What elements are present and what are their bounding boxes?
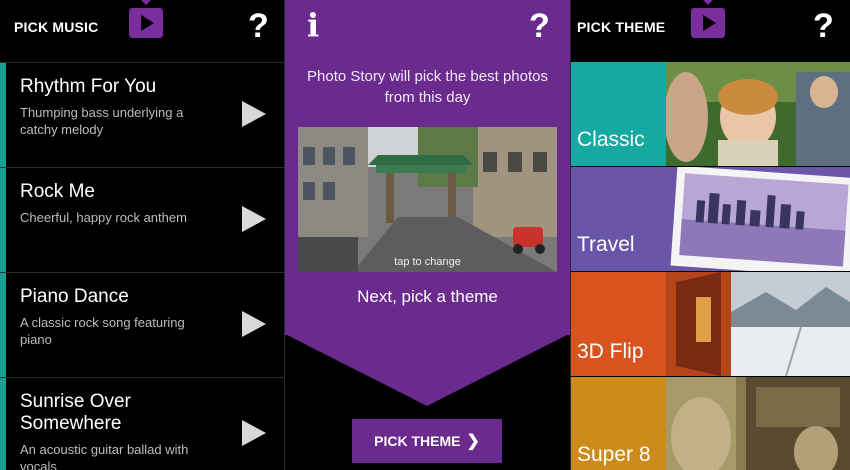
photo-story-panel: i ? Photo Story will pick the best photo…: [285, 0, 570, 470]
street-photo-image: [298, 127, 557, 272]
theme-preview-image: [666, 272, 850, 376]
selected-indicator: [0, 378, 6, 470]
theme-tile-3d-flip[interactable]: 3D Flip: [571, 272, 850, 376]
pick-theme-panel: PICK THEME ? Classic Travel 3D Flip Supe…: [571, 0, 850, 470]
theme-preview-image: [666, 167, 850, 271]
selected-indicator: [0, 168, 6, 272]
pick-music-panel: PICK MUSIC ? Rhythm For You Thumping bas…: [0, 0, 284, 470]
list-item-sunrise-over-somewhere[interactable]: Sunrise Over Somewhere An acoustic guita…: [0, 377, 284, 470]
help-icon[interactable]: ?: [529, 6, 550, 46]
song-name: Piano Dance: [20, 286, 129, 307]
theme-tile-travel[interactable]: Travel: [571, 167, 850, 271]
list-item-piano-dance[interactable]: Piano Dance A classic rock song featurin…: [0, 272, 284, 377]
play-icon[interactable]: [242, 420, 266, 446]
play-icon[interactable]: [242, 206, 266, 232]
help-icon[interactable]: ?: [813, 6, 834, 46]
theme-name: 3D Flip: [577, 340, 644, 363]
pick-music-title: PICK MUSIC: [14, 19, 99, 35]
list-item-rhythm-for-you[interactable]: Rhythm For You Thumping bass underlying …: [0, 62, 284, 167]
chevron-right-icon: ❯: [466, 433, 480, 450]
song-description: Cheerful, happy rock anthem: [20, 210, 187, 225]
play-icon[interactable]: [242, 101, 266, 127]
theme-tile-classic[interactable]: Classic: [571, 62, 850, 166]
song-description: Thumping bass underlying a catchy melody: [20, 105, 184, 137]
help-icon[interactable]: ?: [248, 6, 269, 46]
photo-story-logo-icon: [129, 0, 163, 38]
tap-to-change-label: tap to change: [394, 256, 461, 268]
banner-arrow: [285, 334, 569, 406]
pick-theme-label: PICK THEME: [374, 433, 461, 449]
next-step-text: Next, pick a theme: [357, 287, 498, 306]
theme-name: Classic: [577, 128, 645, 151]
pick-theme-button[interactable]: PICK THEME ❯: [352, 419, 502, 463]
photo-story-logo-icon: [691, 0, 725, 38]
theme-name: Super 8: [577, 443, 651, 466]
theme-tile-super-8[interactable]: Super 8: [571, 377, 850, 470]
song-description: An acoustic guitar ballad with vocals: [20, 442, 189, 470]
selected-indicator: [0, 63, 6, 167]
song-name: Sunrise Over Somewhere: [20, 391, 131, 434]
selected-indicator: [0, 273, 6, 377]
theme-name: Travel: [577, 233, 635, 256]
music-list: Rhythm For You Thumping bass underlying …: [0, 62, 284, 470]
theme-preview-image: [666, 377, 850, 470]
song-description: A classic rock song featuring piano: [20, 315, 185, 347]
play-icon[interactable]: [242, 311, 266, 337]
info-icon[interactable]: i: [307, 6, 319, 44]
song-name: Rhythm For You: [20, 76, 157, 97]
info-message: Photo Story will pick the best photos fr…: [307, 68, 548, 106]
pick-theme-title: PICK THEME: [577, 19, 666, 35]
song-name: Rock Me: [20, 181, 95, 202]
list-item-rock-me[interactable]: Rock Me Cheerful, happy rock anthem: [0, 167, 284, 272]
theme-preview-image: [666, 62, 850, 166]
selected-photo[interactable]: tap to change: [298, 127, 557, 272]
